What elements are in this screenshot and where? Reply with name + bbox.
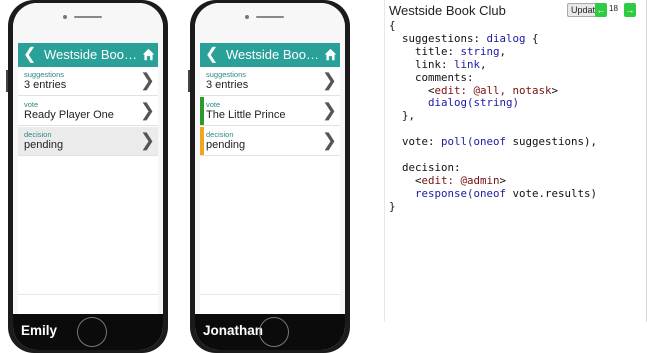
code-keyword: dialog(string): [428, 96, 520, 110]
phone-chin: Emily: [13, 314, 163, 350]
app-title: Westside Book Club: [226, 47, 322, 62]
code-text: <: [389, 83, 435, 97]
chevron-right-icon: ❯: [139, 130, 155, 150]
row-vote[interactable]: vote Ready Player One ❯: [18, 97, 158, 126]
chevron-right-icon: ❯: [321, 70, 337, 90]
code-line: },: [389, 109, 416, 123]
user-name: Emily: [21, 323, 58, 338]
code-keyword: response(oneof: [415, 186, 507, 200]
code-line: }: [389, 199, 396, 213]
code-keyword: string: [460, 44, 500, 58]
code-keyword: link: [454, 57, 481, 71]
code-text: link:: [389, 57, 455, 71]
vote-indicator: [200, 97, 204, 125]
user-name: Jonathan: [203, 323, 264, 338]
footer-divider: [200, 294, 340, 295]
home-icon[interactable]: [142, 48, 155, 61]
code-line: decision:: [389, 160, 461, 174]
phone-jonathan: ❮ Westside Book Club suggestions 3 entri…: [188, 0, 350, 353]
code-text: title:: [389, 44, 461, 58]
home-button[interactable]: [77, 317, 107, 347]
code-text: ,: [499, 44, 507, 58]
page-number: 18: [609, 4, 618, 13]
code-annotation: edit: @admin: [421, 173, 500, 187]
code-listing: { suggestions: dialog { title: string, l…: [389, 19, 598, 214]
code-text: vote:: [389, 135, 442, 149]
code-text: vote.results): [506, 186, 598, 200]
row-value: pending: [24, 139, 64, 151]
home-icon[interactable]: [324, 48, 337, 61]
phone-top: [13, 3, 163, 43]
row-value: 3 entries: [206, 79, 249, 91]
row-label: decision: [24, 130, 52, 139]
code-text: suggestions:: [389, 31, 487, 45]
row-label: suggestions: [24, 70, 65, 79]
row-value: Ready Player One: [24, 109, 114, 121]
code-keyword: poll(oneof: [441, 135, 507, 149]
row-suggestions[interactable]: suggestions 3 entries ❯: [200, 67, 340, 96]
back-chevron-icon[interactable]: ❮: [205, 45, 218, 65]
chevron-right-icon: ❯: [139, 100, 155, 120]
app-title: Westside Book Club: [44, 47, 140, 62]
back-chevron-icon[interactable]: ❮: [23, 45, 36, 65]
row-label: vote: [24, 100, 39, 109]
code-text: <: [389, 173, 422, 187]
code-annotation: edit: @all, notask: [434, 83, 552, 97]
app-header: ❮ Westside Book Club: [18, 43, 158, 67]
decision-indicator: [200, 127, 204, 155]
code-text: >: [551, 83, 559, 97]
code-text: {: [525, 31, 539, 45]
home-button[interactable]: [259, 317, 289, 347]
code-keyword: dialog: [486, 31, 526, 45]
code-line: comments:: [389, 70, 474, 84]
prev-arrow-icon[interactable]: ←: [595, 3, 607, 17]
panel-title: Westside Book Club: [389, 3, 506, 18]
row-suggestions[interactable]: suggestions 3 entries ❯: [18, 67, 158, 96]
code-text: ,: [480, 57, 487, 71]
next-arrow-icon[interactable]: →: [624, 3, 636, 17]
speaker-icon: [256, 16, 284, 18]
row-decision[interactable]: decision pending ❯: [18, 127, 158, 156]
row-label: vote: [206, 100, 221, 109]
app-header: ❮ Westside Book Club: [200, 43, 340, 67]
phone-bezel: ❮ Westside Book Club suggestions 3 entri…: [13, 3, 163, 350]
camera-icon: [245, 15, 249, 19]
code-text: >: [499, 173, 507, 187]
phone-top: [195, 3, 345, 43]
phone-emily: ❮ Westside Book Club suggestions 3 entri…: [6, 0, 168, 353]
row-label: decision: [206, 130, 234, 139]
row-label: suggestions: [206, 70, 247, 79]
camera-icon: [63, 15, 67, 19]
row-value: The Little Prince: [206, 109, 286, 121]
chevron-right-icon: ❯: [321, 130, 337, 150]
side-button: [6, 70, 8, 92]
phone-screen: ❮ Westside Book Club suggestions 3 entri…: [200, 43, 340, 320]
phone-screen: ❮ Westside Book Club suggestions 3 entri…: [18, 43, 158, 320]
phone-bezel: ❮ Westside Book Club suggestions 3 entri…: [195, 3, 345, 350]
code-text: suggestions),: [506, 135, 598, 149]
row-vote[interactable]: vote The Little Prince ❯: [200, 97, 340, 126]
phone-chin: Jonathan: [195, 314, 345, 350]
code-line: {: [389, 19, 396, 32]
row-decision[interactable]: decision pending ❯: [200, 127, 340, 156]
speaker-icon: [74, 16, 102, 18]
row-value: pending: [206, 139, 246, 151]
chevron-right-icon: ❯: [321, 100, 337, 120]
row-value: 3 entries: [24, 79, 67, 91]
footer-divider: [18, 294, 158, 295]
side-button: [188, 70, 190, 92]
chevron-right-icon: ❯: [139, 70, 155, 90]
code-panel: Westside Book Club Update ← 18 → { sugge…: [384, 0, 647, 322]
